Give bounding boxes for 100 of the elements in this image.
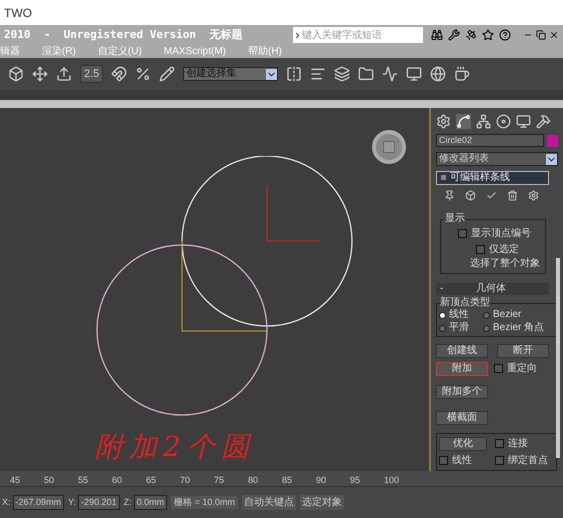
mirror-icon[interactable] [286,66,302,82]
grid-size: 栅格 = 10.0mm [171,496,238,510]
menu-item[interactable]: 渲染(R) [42,46,76,58]
menu-item[interactable]: MAXScript(M) [164,46,226,58]
frame-number: 95 [350,475,362,486]
checkbox[interactable] [458,229,467,238]
color-swatch[interactable] [547,134,558,146]
frame-number: 75 [214,475,226,486]
hammer-icon[interactable] [536,114,551,129]
page-heading: TWO [4,4,32,22]
group-title: 新顶点类型 [440,297,490,309]
close-icon[interactable] [549,30,559,40]
satellite-icon[interactable] [465,29,477,41]
folder-icon[interactable] [358,66,374,82]
auto-key-button[interactable]: 自动关键点 [242,495,296,510]
checkbox-label: 连接 [508,436,528,451]
menu-item[interactable]: 自定义(U) [98,46,142,58]
coordinate-field[interactable]: -267.09mm [12,494,64,510]
help-icon[interactable] [499,29,511,41]
configure-icon[interactable] [528,190,539,201]
checkbox[interactable] [495,439,504,448]
frame-number: 45 [10,475,22,486]
modifier-icon [441,174,446,180]
object-icon[interactable] [8,66,24,82]
checkbox[interactable] [439,456,448,465]
checkbox[interactable] [494,364,503,373]
checkbox-label: 显示顶点编号 [471,226,531,241]
monitor-icon[interactable] [406,66,422,82]
frame-number: 50 [44,475,56,486]
radio-button[interactable] [439,312,446,318]
checkbox-label: 仅选定 [489,242,519,257]
globe-icon[interactable] [430,66,446,82]
checkbox[interactable] [495,456,504,465]
cross-section-button[interactable]: 横截面 [436,411,488,425]
coordinate-label: Z: [124,496,132,509]
attach-button[interactable]: 附加 [436,362,488,376]
magnet-icon[interactable] [111,66,128,82]
frame-number: 90 [316,475,328,486]
wrench-icon[interactable] [448,29,460,41]
coordinate-label: X: [2,496,11,509]
coordinate-field[interactable]: -290.201 [78,494,120,510]
frame-number: 80 [248,475,260,486]
frame-number: 55 [78,475,90,486]
radio-button[interactable] [483,312,490,318]
create-line-button[interactable]: 创建线 [436,344,488,358]
star-icon[interactable] [482,29,494,41]
disc-icon[interactable] [496,114,511,129]
frame-number: 60 [112,475,124,486]
selection-status: 选择了整个对象 [469,258,540,270]
frame-number: 85 [282,475,294,486]
binoculars-icon[interactable] [431,29,443,41]
radio-button[interactable] [483,324,490,332]
hierarchy-icon[interactable] [476,114,491,129]
stack-item[interactable]: 可编辑样条线 [437,172,548,184]
handwritten-annotation: 附加2个圆 [95,430,255,464]
pin-icon[interactable] [444,190,455,201]
checkbox-label: 线性 [452,454,472,468]
dropdown-icon [546,154,557,164]
monitor-icon[interactable] [516,114,531,129]
scrollbar[interactable] [556,258,560,458]
trash-icon[interactable] [507,190,518,201]
rollout-header[interactable]: - 几何体 [436,283,549,295]
timeline-ruler[interactable]: 45 50 55 60 65 70 75 80 85 90 95 100 [0,471,563,487]
dropdown-icon [266,68,278,80]
checkbox-label: 绑定首点 [508,454,548,468]
checkbox-label: 重定向 [507,362,537,376]
move-icon[interactable] [32,66,48,82]
pencil-icon[interactable] [159,66,176,82]
window-title: 2010 - Unregistered Version 无标题 [4,26,244,43]
checkbox[interactable] [476,245,485,254]
name-field[interactable]: Circle02 [436,134,544,147]
menu-item[interactable]: 辑器 [0,46,20,58]
curve-icon[interactable] [456,114,471,129]
view-cube-icon[interactable] [372,130,406,164]
restore-icon[interactable] [536,30,546,40]
radio-button[interactable] [439,324,446,332]
radio-label: 平滑 [449,322,469,334]
radio-label: Bezier [493,309,522,321]
frame-number: 65 [146,475,158,486]
percent-icon[interactable] [135,66,152,82]
snap-toggle[interactable]: 2.5 [80,64,104,84]
search-field[interactable]: 键入关键字或短语 [293,27,423,43]
group-title: 显示 [444,213,466,225]
coordinate-field[interactable]: 0.0mm [134,494,168,510]
selection-filter[interactable]: 选定对象 [300,495,344,510]
upload-icon[interactable] [56,66,72,82]
layers-icon[interactable] [334,66,350,82]
frame-number: 70 [180,475,192,486]
modifier-list-dropdown[interactable]: 修改器列表 [436,152,558,166]
check-icon[interactable] [486,190,497,201]
curve-editor-icon[interactable] [382,66,398,82]
menu-item[interactable]: 帮助(H) [248,46,282,58]
refine-button[interactable]: 优化 [439,436,487,450]
break-button[interactable]: 断开 [497,344,549,358]
attach-multiple-button[interactable]: 附加多个 [436,385,488,399]
radio-label: Bezier 角点 [493,322,544,334]
coordinate-label: Y: [68,496,76,509]
selection-set-dropdown[interactable]: 创建选择集 [183,67,278,81]
radio-label: 线性 [449,309,469,321]
align-icon[interactable] [310,66,326,82]
